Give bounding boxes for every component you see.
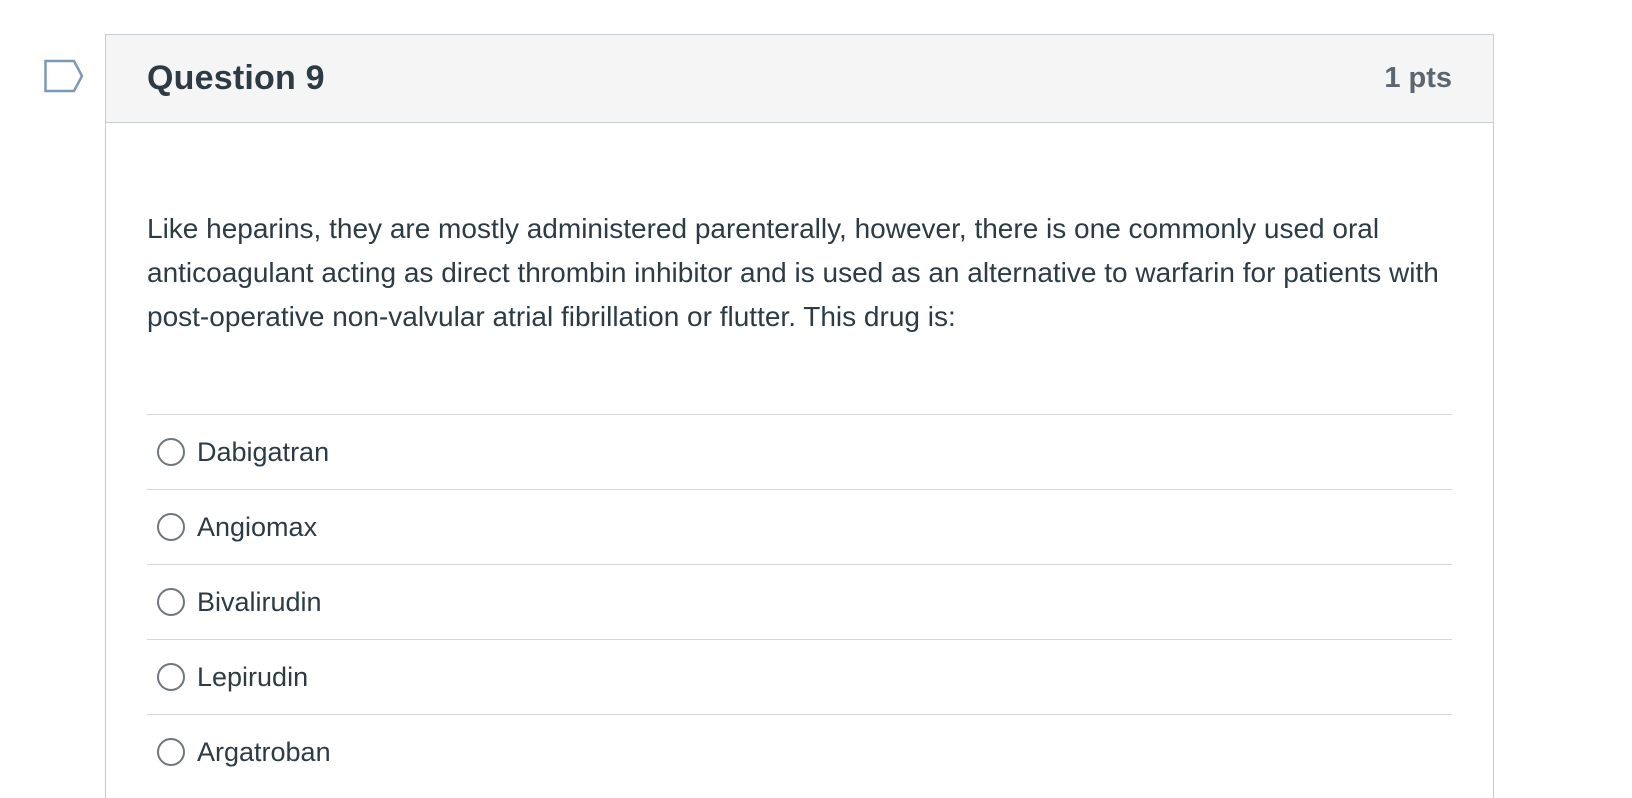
answer-label[interactable]: Bivalirudin <box>197 587 322 618</box>
question-text: Like heparins, they are mostly administe… <box>147 213 1439 332</box>
radio-unchecked-icon[interactable] <box>157 738 185 766</box>
radio-unchecked-icon[interactable] <box>157 438 185 466</box>
quiz-page: Question 9 1 pts Like heparins, they are… <box>0 0 1632 798</box>
answer-list: Dabigatran Angiomax Bivalirudin Lepirudi… <box>147 414 1452 789</box>
question-header: Question 9 1 pts <box>106 35 1493 123</box>
answer-option[interactable]: Bivalirudin <box>147 564 1452 639</box>
question-card: Question 9 1 pts Like heparins, they are… <box>105 34 1494 798</box>
answer-label[interactable]: Angiomax <box>197 512 317 543</box>
answer-option[interactable]: Angiomax <box>147 489 1452 564</box>
radio-unchecked-icon[interactable] <box>157 513 185 541</box>
answer-label[interactable]: Lepirudin <box>197 662 308 693</box>
question-title: Question 9 <box>147 59 325 97</box>
radio-unchecked-icon[interactable] <box>157 588 185 616</box>
radio-unchecked-icon[interactable] <box>157 663 185 691</box>
flag-question-icon[interactable] <box>44 59 86 93</box>
answer-option[interactable]: Lepirudin <box>147 639 1452 714</box>
answer-option[interactable]: Dabigatran <box>147 414 1452 489</box>
answer-label[interactable]: Dabigatran <box>197 437 329 468</box>
question-points: 1 pts <box>1384 62 1452 94</box>
answer-option[interactable]: Argatroban <box>147 714 1452 789</box>
answer-label[interactable]: Argatroban <box>197 737 331 768</box>
